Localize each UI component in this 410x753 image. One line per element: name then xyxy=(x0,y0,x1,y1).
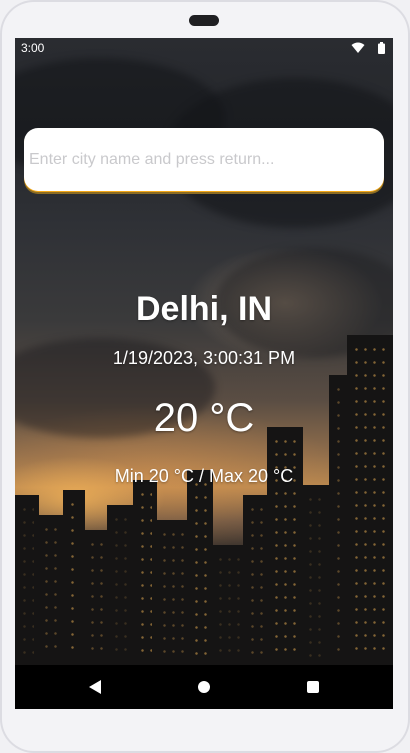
current-temperature: 20 °C xyxy=(153,396,255,440)
city-search-input[interactable] xyxy=(24,128,384,191)
location-name: Delhi, IN xyxy=(135,290,273,328)
nav-home-icon[interactable] xyxy=(198,681,210,693)
device-speaker xyxy=(189,15,219,26)
status-time: 3:00 xyxy=(21,41,45,55)
city-search-box[interactable] xyxy=(24,128,384,191)
nav-recents-icon[interactable] xyxy=(307,681,319,693)
min-max-temperature: Min 20 °C / Max 20 °C xyxy=(114,466,294,486)
app-screen: 3:00 Delhi, IN 1/19/2023, 3:00:31 PM 20 … xyxy=(15,38,393,709)
nav-back-icon[interactable] xyxy=(88,680,102,694)
wifi-icon xyxy=(351,42,365,54)
local-datetime: 1/19/2023, 3:00:31 PM xyxy=(112,348,296,368)
status-bar: 3:00 xyxy=(15,38,393,58)
battery-icon xyxy=(378,42,385,54)
navigation-bar xyxy=(15,665,393,709)
device-frame: 3:00 Delhi, IN 1/19/2023, 3:00:31 PM 20 … xyxy=(0,0,410,753)
